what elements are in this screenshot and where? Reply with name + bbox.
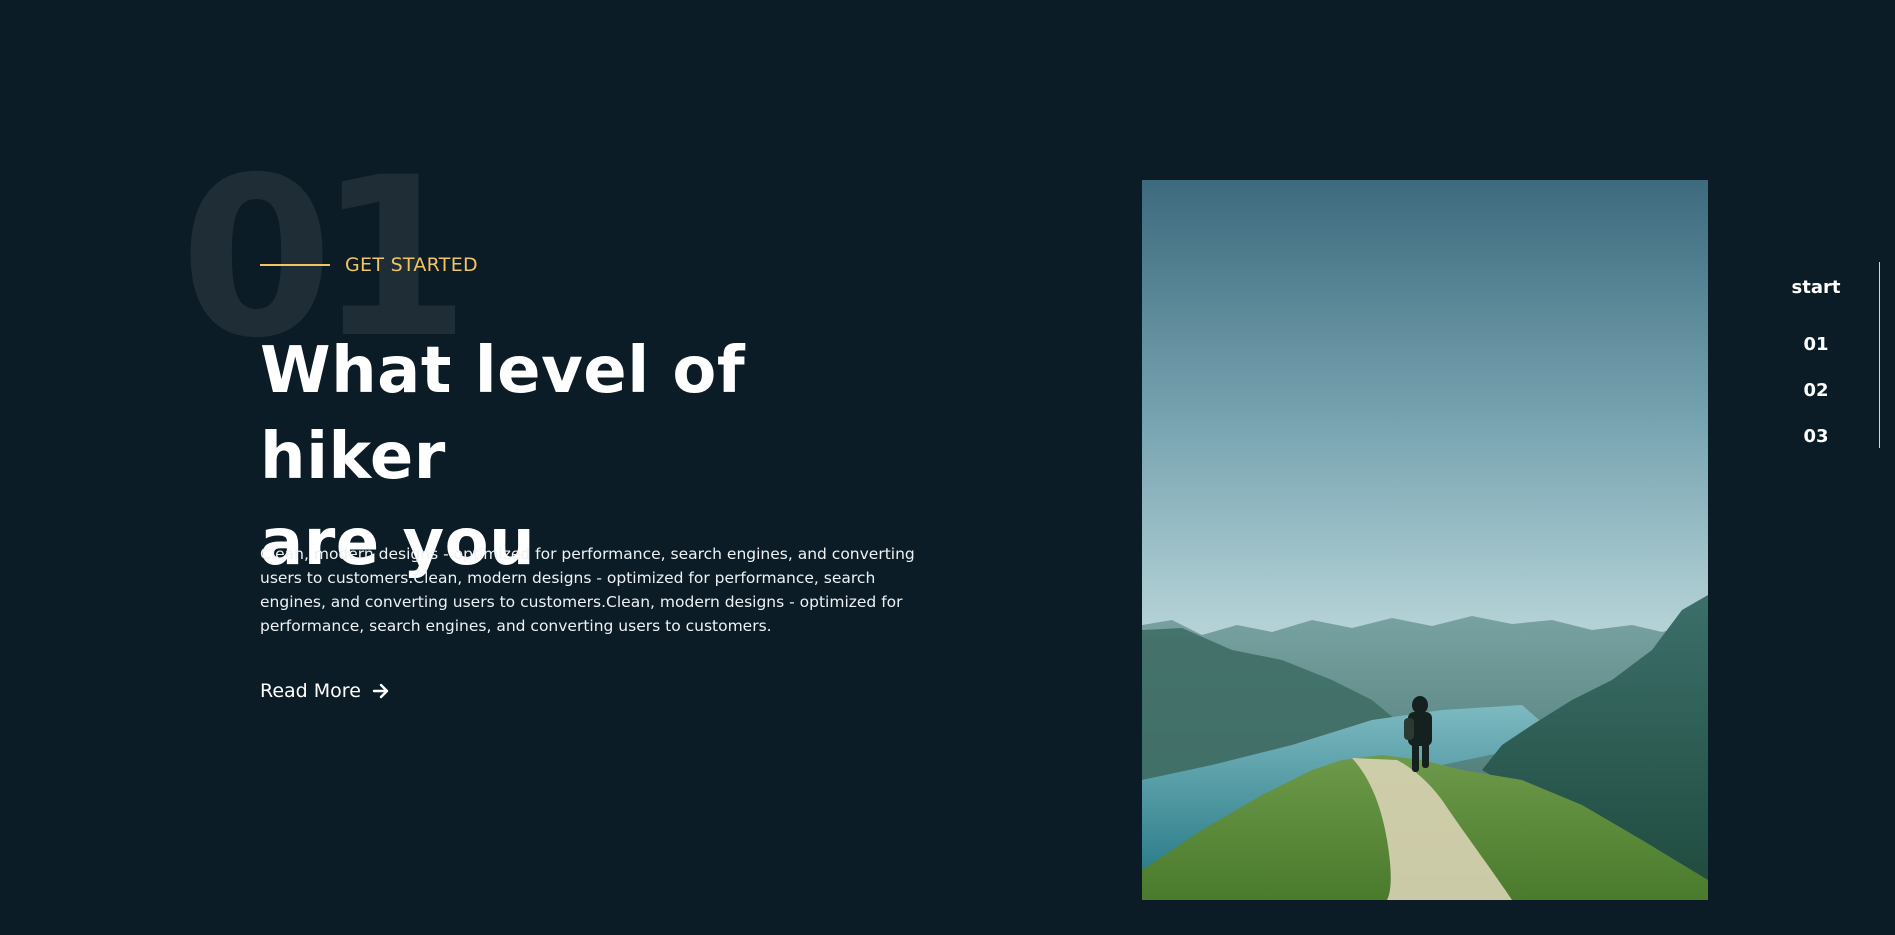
- step-navigation-list: start 01 02 03: [1760, 276, 1872, 460]
- eyebrow-label: GET STARTED: [345, 254, 478, 276]
- step-nav-item-02[interactable]: 02: [1760, 368, 1872, 414]
- arrow-right-icon: [371, 681, 391, 701]
- page: 01 GET STARTED What level of hiker are y…: [0, 0, 1895, 935]
- eyebrow: GET STARTED: [260, 254, 478, 276]
- headline-line-1: What level of hiker: [260, 334, 746, 494]
- step-nav-item-start[interactable]: start: [1760, 276, 1872, 300]
- step-navigation-divider: [1879, 262, 1880, 448]
- hero-description: Clean, modern designs - optimized for pe…: [260, 545, 915, 635]
- step-nav-item-01[interactable]: 01: [1760, 322, 1872, 368]
- read-more-link[interactable]: Read More: [260, 680, 391, 702]
- mountain-hiker-photo-illustration: [1142, 180, 1708, 900]
- eyebrow-divider: [260, 264, 330, 266]
- hiker-photo: [1142, 180, 1708, 900]
- read-more-label: Read More: [260, 680, 361, 702]
- step-nav-item-03[interactable]: 03: [1760, 414, 1872, 460]
- step-navigation: start 01 02 03: [1760, 262, 1880, 448]
